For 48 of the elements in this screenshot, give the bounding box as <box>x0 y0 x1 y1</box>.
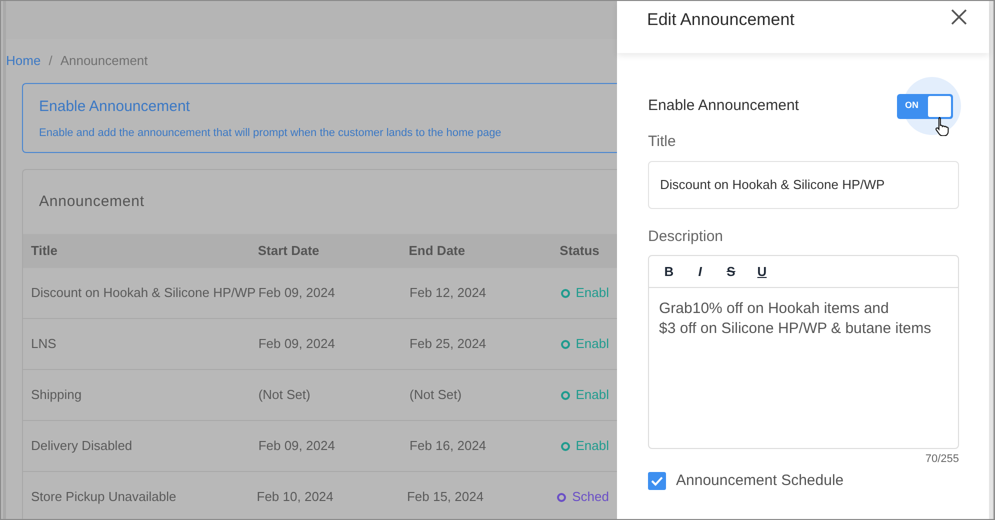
table-cell-text: (Not Set) <box>258 386 312 404</box>
table-cell-text: Feb 09, 2024 <box>258 335 336 354</box>
table-cell-text: Feb 09, 2024 <box>258 437 336 456</box>
pointer-cursor-icon <box>935 116 951 136</box>
character-counter: 70/255 <box>925 452 959 467</box>
status-label: Enabl <box>576 386 609 404</box>
description-editor[interactable]: B I S U Grab10% off on Hookah items and $3 off on Silicone HP/WP & butane items <box>648 255 959 449</box>
table-cell-text: Shipping <box>31 386 83 404</box>
table-cell-text: Discount on Hookah & Silicone HP/WP <box>31 284 257 302</box>
format-button[interactable]: B <box>657 260 681 284</box>
column-header: End Date <box>408 242 466 260</box>
table-cell-text: Store Pickup Unavailable <box>31 488 178 506</box>
table-cell-text: Feb 12, 2024 <box>410 284 488 302</box>
table-cell-text: Feb 10, 2024 <box>256 488 334 506</box>
table-cell-text: Feb 25, 2024 <box>410 335 488 354</box>
table-cell-text: Feb 09, 2024 <box>258 284 336 302</box>
status-label: Enabl <box>576 335 609 354</box>
table-cell-text: Delivery Disabled <box>31 437 134 456</box>
format-button[interactable]: I <box>688 260 712 284</box>
toggle-thumb <box>928 96 951 116</box>
description-text: $3 off on Silicone HP/WP & butane items <box>659 319 932 339</box>
panel-title: Edit Announcement <box>647 9 794 31</box>
status-label: Enabl <box>576 437 609 456</box>
format-button[interactable]: U <box>750 260 774 284</box>
breadcrumb-separator: / <box>48 52 52 70</box>
toggle-label: ON <box>905 99 918 112</box>
schedule-label: Announcement Schedule <box>676 470 844 490</box>
title-input[interactable]: Discount on Hookah & Silicone HP/WP <box>648 160 959 208</box>
breadcrumb-current: Announcement <box>60 52 148 70</box>
column-header: Title <box>31 242 58 260</box>
close-icon[interactable] <box>951 9 967 25</box>
table-title: Announcement <box>39 192 144 212</box>
format-button[interactable]: S <box>719 260 743 284</box>
table-cell-text: Feb 16, 2024 <box>410 437 488 456</box>
info-card-text: Enable and add the announcement that will prompt when the customer lands to the home page <box>39 126 502 140</box>
column-header: Status <box>560 242 600 260</box>
schedule-checkbox[interactable] <box>648 472 666 490</box>
status-label: Enabl <box>576 284 609 302</box>
title-label: Title <box>648 132 677 152</box>
description-label: Description <box>648 226 724 246</box>
enable-label: Enable Announcement <box>648 96 799 116</box>
table-cell-text: (Not Set) <box>410 386 463 404</box>
table-cell-text: Feb 15, 2024 <box>406 488 485 506</box>
column-header: Start Date <box>258 242 320 260</box>
info-card-title: Enable Announcement <box>39 97 191 117</box>
description-text: Grab10% off on Hookah items and <box>659 299 890 319</box>
status-label: Sched <box>572 488 610 506</box>
table-cell-text: LNS <box>31 335 58 354</box>
